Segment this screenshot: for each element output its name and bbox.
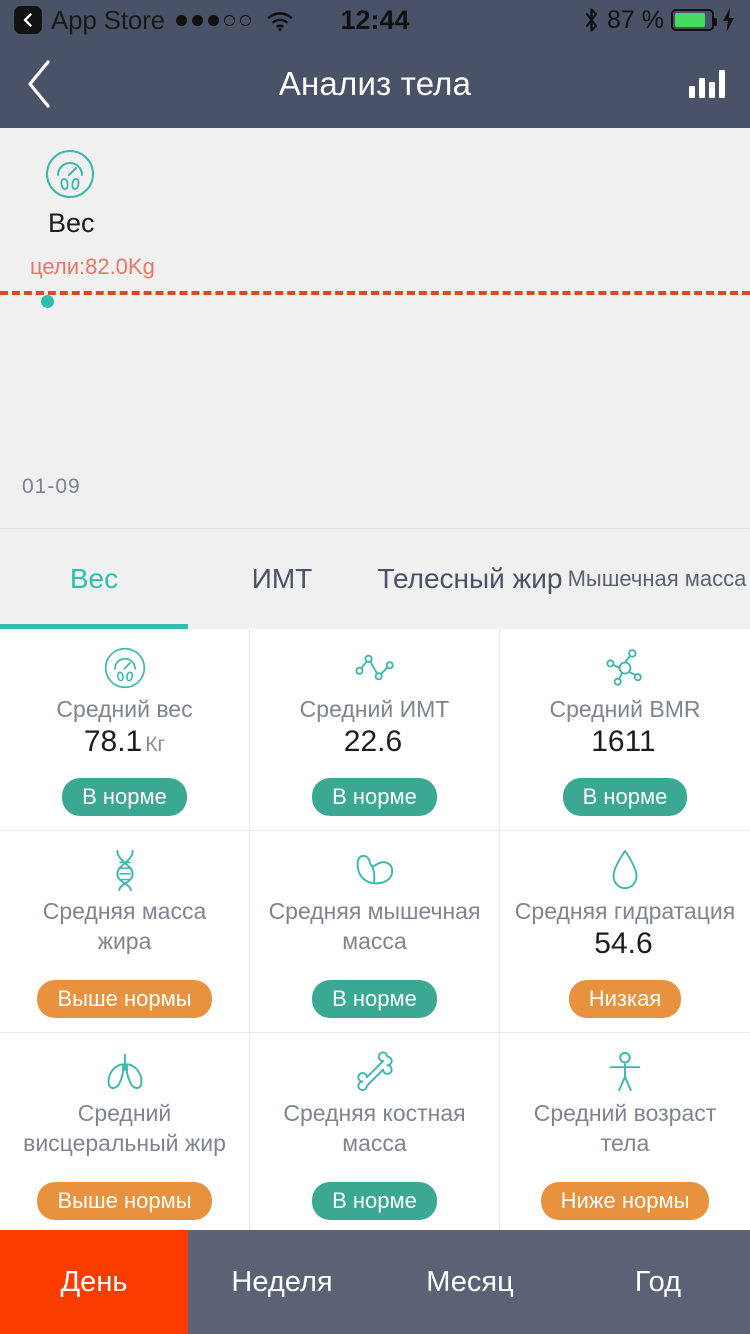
card-average-visceral-fat[interactable]: Средний висцеральный жир Выше нормы [0,1033,250,1235]
charging-bolt-icon [723,8,734,32]
card-title: Средняя мышечная масса [268,898,481,954]
card-value-number: 22.6 [343,725,403,758]
metric-card-grid: Средний вес 78.1 Кг В норме Средний ИМТ 2… [0,629,750,1235]
card-average-body-age[interactable]: Средний возраст тела Ниже нормы [500,1033,750,1235]
tab-imt[interactable]: ИМТ [188,529,376,629]
card-value: 78.1 Кг [84,725,165,762]
body-scale-icon [45,149,95,199]
card-average-fat-mass[interactable]: Средняя масса жира Выше нормы [0,831,250,1033]
statistics-button[interactable] [664,40,750,128]
chart-goal-line [0,291,750,295]
chart-goal-label: цели:82.0Kg [30,254,155,279]
chart-metric-label: Вес [48,208,95,238]
page-title: Анализ тела [278,65,472,102]
card-title: Средняя гидратация [514,898,736,924]
card-value: 22.6 [344,725,405,762]
card-value-unit: Кг [145,733,166,756]
bluetooth-icon [585,8,598,32]
navigation-bar: Анализ тела [0,40,750,128]
period-month-button[interactable]: Месяц [376,1230,564,1334]
card-value-number: 1611 [591,725,656,758]
line-chart-icon [353,645,397,691]
water-drop-icon [609,847,641,893]
status-bar: App Store 12:44 87 % [0,0,750,40]
battery-icon [671,9,717,31]
status-badge: Низкая [568,980,682,1018]
card-average-weight[interactable]: Средний вес 78.1 Кг В норме [0,629,250,831]
status-badge: Ниже нормы [540,1182,710,1220]
status-bar-right: 87 % [583,6,736,35]
card-average-muscle-mass[interactable]: Средняя мышечная масса В норме [250,831,500,1033]
tab-body-fat[interactable]: Телесный жир [376,529,564,629]
chart-data-point[interactable] [41,295,54,308]
card-title: Средний ИМТ [299,696,450,722]
status-badge: Выше нормы [37,980,212,1018]
period-day-button[interactable]: День [0,1230,188,1334]
status-badge: Выше нормы [37,1182,212,1220]
card-average-bmi[interactable]: Средний ИМТ 22.6 В норме [250,629,500,831]
status-badge: В норме [312,778,437,816]
period-year-button[interactable]: Год [564,1230,750,1334]
period-selector-bar: День Неделя Месяц Год [0,1230,750,1334]
metric-tab-bar: Вес ИМТ Телесный жир Мышечная масса [0,529,750,629]
bar-chart-icon [689,70,725,98]
card-average-hydration[interactable]: Средняя гидратация 54.6 Низкая [500,831,750,1033]
tab-ves[interactable]: Вес [0,529,188,629]
card-value-number: 54.6 [594,927,653,960]
card-value-number: 78.1 [83,725,143,758]
chart-x-axis-label: 01-09 [22,475,81,498]
card-average-bone-mass[interactable]: Средняя костная масса В норме [250,1033,500,1235]
card-title: Средний висцеральный жир [23,1100,226,1156]
dna-helix-icon [105,847,145,893]
card-title: Средняя костная масса [283,1100,466,1156]
card-title: Средний BMR [549,696,701,722]
status-badge: В норме [562,778,688,816]
molecule-icon [603,645,647,691]
flexed-biceps-icon [351,847,399,893]
card-average-bmr[interactable]: Средний BMR 1611 В норме [500,629,750,831]
status-badge: В норме [62,778,187,816]
standing-person-icon [607,1049,643,1095]
lungs-icon [101,1049,149,1095]
period-week-button[interactable]: Неделя [188,1230,376,1334]
status-badge: В норме [312,980,437,1018]
card-title: Средний возраст тела [533,1100,717,1156]
card-title: Средняя масса жира [42,898,207,954]
body-scale-icon [104,645,146,691]
weight-chart-panel[interactable]: Вес цели:82.0Kg 01-09 [0,128,750,529]
bone-icon [352,1049,398,1095]
status-badge: В норме [312,1182,437,1220]
battery-percent-label: 87 % [607,5,664,34]
card-title: Средний вес [56,696,193,722]
card-value: 54.6 [594,927,655,964]
card-value: 1611 [591,725,659,762]
tab-muscle-mass[interactable]: Мышечная масса [564,529,750,629]
